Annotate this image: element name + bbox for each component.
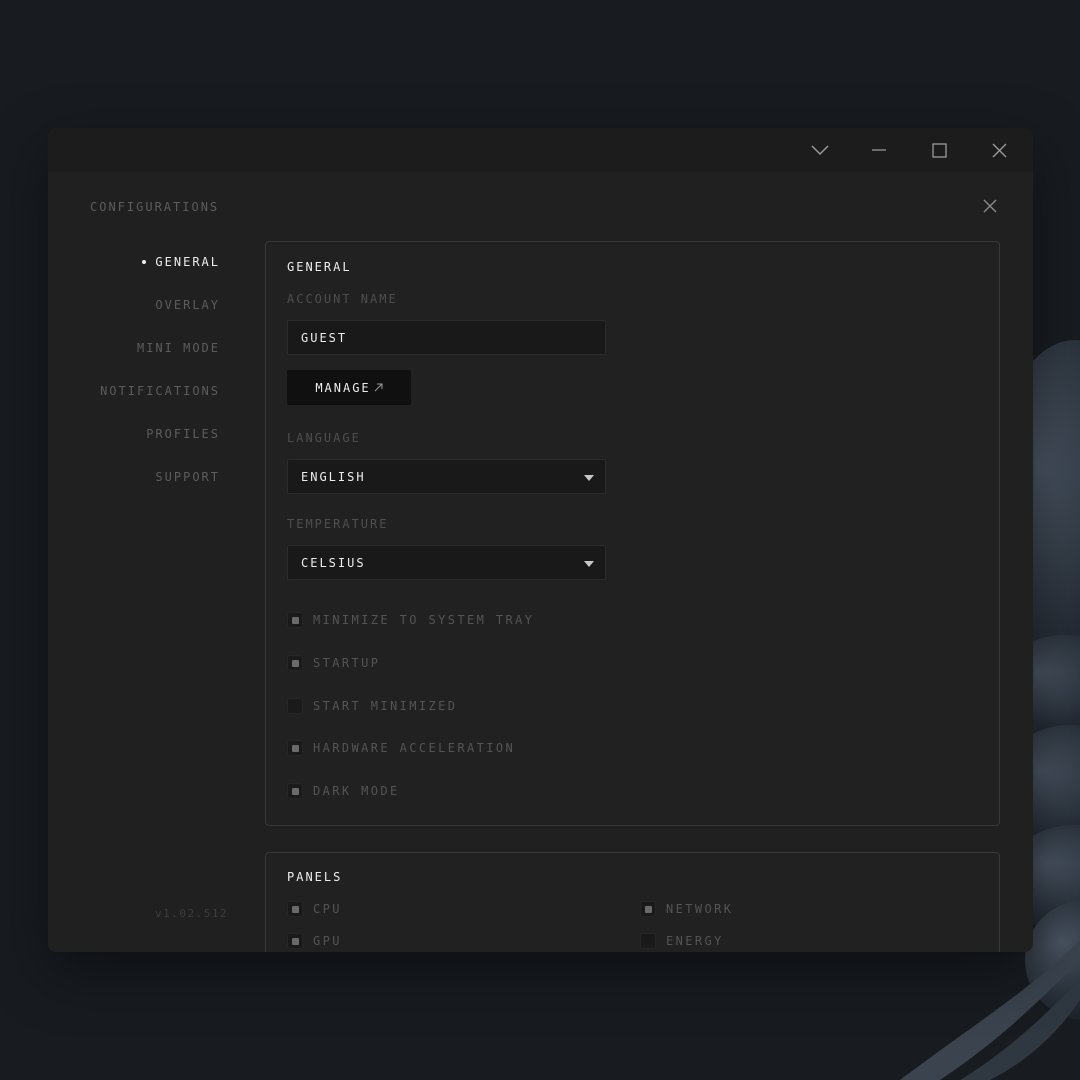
checkbox-indicator[interactable] — [287, 933, 303, 949]
language-label: LANGUAGE — [287, 431, 361, 445]
version-label: v1.02.512 — [155, 907, 229, 920]
section-title: GENERAL — [287, 260, 352, 274]
account-name-label: ACCOUNT NAME — [287, 292, 398, 306]
checkbox-indicator[interactable] — [640, 933, 656, 949]
checkbox-startup[interactable]: STARTUP — [287, 655, 380, 671]
close-icon[interactable] — [983, 136, 1015, 164]
account-name-input[interactable] — [287, 320, 606, 355]
settings-window: CONFIGURATIONS GENERAL OVERLAY MINI MODE… — [48, 128, 1033, 952]
sidebar-item-label: GENERAL — [155, 254, 220, 269]
checkbox-minimize-to-tray[interactable]: MINIMIZE TO SYSTEM TRAY — [287, 612, 534, 628]
checkbox-indicator[interactable] — [287, 612, 303, 628]
sidebar-item-profiles[interactable]: PROFILES — [48, 412, 220, 455]
checkbox-label: STARTUP — [313, 656, 381, 670]
temperature-select[interactable]: CELSIUS — [287, 545, 606, 580]
sidebar-item-label: OVERLAY — [155, 297, 220, 312]
checkbox-label: ENERGY — [666, 934, 724, 948]
maximize-icon[interactable] — [923, 136, 955, 164]
checkbox-energy[interactable]: ENERGY — [640, 933, 724, 949]
sidebar-item-label: MINI MODE — [136, 340, 220, 355]
checkbox-label: MINIMIZE TO SYSTEM TRAY — [313, 613, 535, 627]
sidebar-item-label: SUPPORT — [155, 469, 220, 484]
sidebar-item-label: PROFILES — [146, 426, 220, 441]
checkbox-label: GPU — [313, 934, 342, 948]
checkbox-indicator[interactable] — [640, 901, 656, 917]
sidebar-item-mini-mode[interactable]: MINI MODE — [48, 326, 220, 369]
section-title: PANELS — [287, 870, 343, 884]
checkbox-start-minimized[interactable]: START MINIMIZED — [287, 698, 457, 714]
checkbox-indicator[interactable] — [287, 655, 303, 671]
checkbox-hardware-acceleration[interactable]: HARDWARE ACCELERATION — [287, 740, 515, 756]
temperature-value: CELSIUS — [301, 555, 366, 570]
general-section: GENERAL ACCOUNT NAME MANAGE LANGUAGE ENG… — [265, 241, 1000, 826]
checkbox-label: NETWORK — [666, 902, 734, 916]
checkbox-cpu[interactable]: CPU — [287, 901, 342, 917]
checkbox-label: CPU — [313, 902, 342, 916]
title-bar — [48, 128, 1033, 172]
close-settings-icon[interactable] — [979, 195, 1001, 217]
chevron-down-icon — [584, 561, 594, 567]
language-select[interactable]: ENGLISH — [287, 459, 606, 494]
checkbox-indicator[interactable] — [287, 740, 303, 756]
panels-section: PANELS CPU NETWORK GPU ENERGY — [265, 852, 1000, 952]
checkbox-label: START MINIMIZED — [313, 699, 458, 713]
checkbox-label: HARDWARE ACCELERATION — [313, 741, 516, 755]
sidebar-nav: GENERAL OVERLAY MINI MODE NOTIFICATIONS … — [48, 240, 220, 498]
manage-button-label: MANAGE — [315, 380, 371, 395]
sidebar-item-general[interactable]: GENERAL — [48, 240, 220, 283]
checkbox-indicator[interactable] — [287, 698, 303, 714]
sidebar-item-label: NOTIFICATIONS — [100, 383, 220, 398]
language-value: ENGLISH — [301, 469, 366, 484]
chevron-down-icon[interactable] — [804, 136, 836, 164]
checkbox-indicator[interactable] — [287, 901, 303, 917]
checkbox-network[interactable]: NETWORK — [640, 901, 733, 917]
active-indicator-dot — [142, 259, 147, 264]
sidebar-title: CONFIGURATIONS — [90, 200, 220, 214]
external-link-icon — [374, 383, 383, 392]
temperature-label: TEMPERATURE — [287, 517, 389, 531]
checkbox-label: DARK MODE — [313, 784, 400, 798]
checkbox-indicator[interactable] — [287, 783, 303, 799]
sidebar-item-overlay[interactable]: OVERLAY — [48, 283, 220, 326]
sidebar-item-notifications[interactable]: NOTIFICATIONS — [48, 369, 220, 412]
manage-button[interactable]: MANAGE — [287, 370, 411, 405]
checkbox-gpu[interactable]: GPU — [287, 933, 342, 949]
checkbox-dark-mode[interactable]: DARK MODE — [287, 783, 400, 799]
chevron-down-icon — [584, 475, 594, 481]
minimize-icon[interactable] — [863, 136, 895, 164]
sidebar-item-support[interactable]: SUPPORT — [48, 455, 220, 498]
